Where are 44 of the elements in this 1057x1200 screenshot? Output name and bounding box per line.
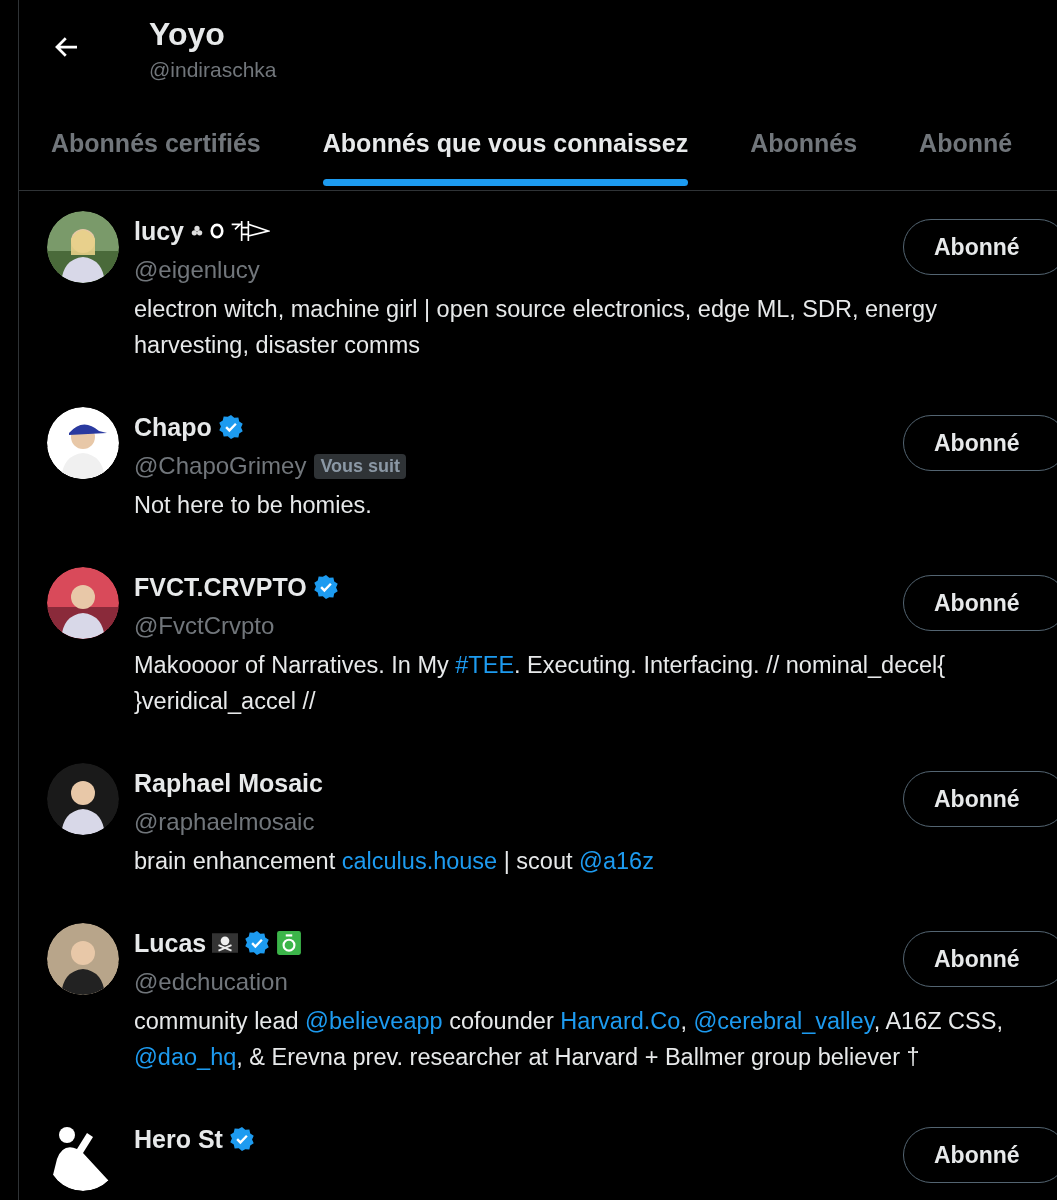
user-name[interactable]: lucy [134,216,185,246]
user-name[interactable]: Lucas [134,928,207,958]
tab[interactable]: Abonnés que vous connaissez [291,114,720,190]
tab[interactable]: Abonnés certifiés [19,114,292,190]
user-handle[interactable]: @raphaelmosaic [134,808,315,836]
following-button[interactable]: Abonné [903,415,1057,471]
bio-link[interactable]: @a16z [579,848,654,874]
user-bio: electron witch, machine girl | open source electronics, edge ML, SDR, energy harvesting, disaster comms [134,295,938,360]
app-icon [276,930,303,956]
following-button[interactable]: Abonné [903,575,1057,631]
flag-glyph-icon [230,218,271,244]
following-button[interactable]: Abonné [903,1127,1057,1183]
user-bio: community lead @believeapp cofounder Harvard.Co, @cerebral_valley, A16Z CSS, @dao_hq, & Erevna prev. researcher at Harvard + Ballmer group believer † [134,1007,1004,1072]
user-bio: Makoooor of Narratives. In My #TEE. Executing. Interfacing. // nominal_decel{ }veridical_accel // [134,651,947,716]
follows-you-badge: Vous suit [314,453,407,479]
skull-flag-icon [212,930,239,956]
bio-link[interactable]: calculus.house [341,848,498,874]
ring-emoji-icon [210,223,225,239]
user-bio: brain enhancement calculus.house | scout @a16z [134,847,655,876]
tab[interactable]: Abonnés [719,114,889,190]
user-handle[interactable]: @edchucation [134,968,288,996]
user-bio: Not here to be homies. [134,491,373,520]
bio-link[interactable]: #TEE [455,652,515,678]
user-handle[interactable]: @ChapoGrimey [134,452,307,480]
user-name[interactable]: FVCT.CRVPTO [134,572,307,602]
following-button[interactable]: Abonné [903,931,1057,987]
bio-link[interactable]: @believeapp [305,1008,443,1034]
user-handle[interactable]: @eigenlucy [134,256,260,284]
profile-handle: @indiraschka [149,58,277,82]
user-name[interactable]: Hero St [134,1124,223,1154]
verified-badge-icon [312,574,339,600]
profile-name: Yoyo [149,15,226,54]
following-button[interactable]: Abonné [903,771,1057,827]
user-name[interactable]: Chapo [134,412,212,442]
bio-link[interactable]: @cerebral_valley [693,1008,874,1034]
tab[interactable]: Abonné [888,114,1044,190]
verified-badge-icon [217,414,244,440]
verified-badge-icon [244,930,271,956]
bio-link[interactable]: Harvard.Co [560,1008,681,1034]
user-handle[interactable]: @FvctCrvpto [134,612,275,640]
verified-badge-icon [228,1126,255,1152]
user-name[interactable]: Raphael Mosaic [134,768,323,798]
following-button[interactable]: Abonné [903,219,1057,275]
bio-link[interactable]: @dao_hq [134,1044,237,1070]
